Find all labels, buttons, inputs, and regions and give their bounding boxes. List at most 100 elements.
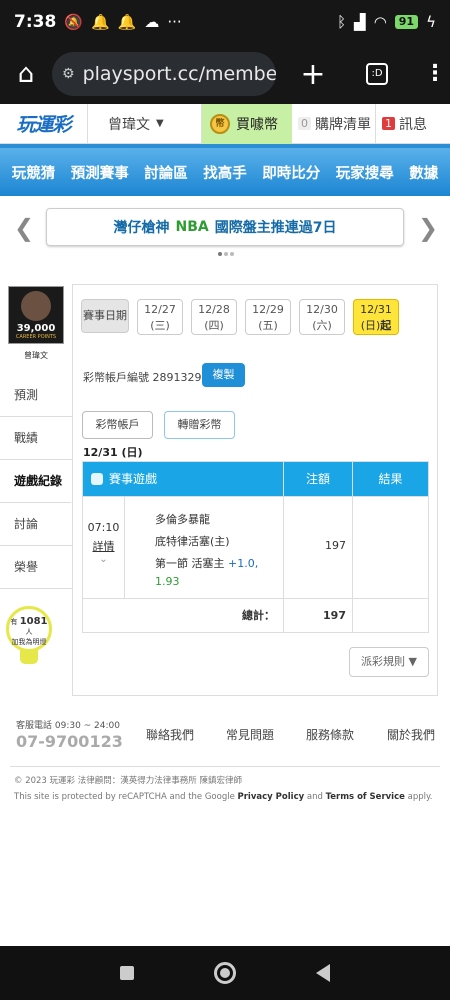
site-logo[interactable]: 玩運彩 <box>0 103 88 144</box>
tab-transfer-coins[interactable]: 轉贈彩幣 <box>164 411 235 439</box>
avatar[interactable]: 39,000 CAREER POINTS <box>8 286 64 344</box>
cart-count-badge: 0 <box>298 117 311 130</box>
new-tab-icon[interactable]: + <box>298 57 328 92</box>
footer-divider <box>10 766 440 767</box>
weekday: (日) <box>360 319 381 332</box>
avatar-points: 39,000 <box>16 323 56 334</box>
date-option[interactable]: 12/29 (五) <box>245 299 291 335</box>
table-header: 賽事遊戲 注額 結果 <box>83 462 428 496</box>
privacy-link[interactable]: Privacy Policy <box>238 792 305 802</box>
footer-link-about[interactable]: 關於我們 <box>387 726 435 743</box>
status-bar: 7:38 🔕 🔔 🔔 ☁ ··· ᛒ ▟ ◠ 91 ϟ <box>0 0 450 44</box>
avatar-image <box>21 291 51 321</box>
recaptcha-apply: apply. <box>404 792 433 802</box>
sidebar-item-honor[interactable]: 榮譽 <box>0 546 72 589</box>
table-footer: 總計： 197 <box>83 598 428 632</box>
account-number: 彩幣帳戶編號 28913297 <box>83 371 209 384</box>
total-amount: 197 <box>284 599 353 632</box>
nav-item-player-search[interactable]: 玩家搜尋 <box>336 162 394 183</box>
home-circle-icon[interactable] <box>214 962 236 984</box>
nav-item-predict[interactable]: 預測賽事 <box>71 162 129 183</box>
sidebar: 39,000 CAREER POINTS 曾瑋文 預測 戰績 遊戲紀錄 討論 榮… <box>0 284 72 684</box>
nav-item-guess[interactable]: 玩競猜 <box>12 162 56 183</box>
game-time: 07:10 <box>87 521 120 534</box>
date-selector: 賽事日期 12/27 (三) 12/28 (四) 12/29 (五) 12/30 (六)… <box>81 299 399 335</box>
sidebar-username: 曾瑋文 <box>24 351 48 360</box>
game-log-panel: 賽事日期 12/27 (三) 12/28 (四) 12/29 (五) 12/30 (六)… <box>72 284 438 696</box>
promo-carousel: ❮ 灣仔槍神 NBA 國際盤主推連過7日 ❯ <box>0 196 450 266</box>
recaptcha-and: and <box>304 792 326 802</box>
team-away: 多倫多暴龍 <box>155 513 210 526</box>
bulb-text: 加我為明燈 <box>11 638 47 646</box>
date-option-selected[interactable]: 12/31 (日)起 <box>353 299 399 335</box>
messages-link[interactable]: 1 訊息 <box>376 114 450 134</box>
nav-item-forum[interactable]: 討論區 <box>144 162 188 183</box>
battery-icon: 91 <box>394 15 419 29</box>
tab-switcher-icon[interactable]: :D <box>366 63 388 85</box>
recaptcha-notice: This site is protected by reCAPTCHA and … <box>14 792 433 802</box>
tab-coin-account[interactable]: 彩幣帳戶 <box>82 411 153 439</box>
back-icon[interactable] <box>316 964 330 982</box>
charging-icon: ϟ <box>426 13 436 31</box>
footer-link-contact[interactable]: 聯絡我們 <box>146 726 194 743</box>
date-option[interactable]: 12/30 (六) <box>299 299 345 335</box>
bet-label: 第一節 活塞主 <box>155 557 225 570</box>
team-home: 底特律活塞(主) <box>155 535 230 548</box>
sidebar-menu: 預測 戰績 遊戲紀錄 討論 榮譽 <box>0 374 72 589</box>
copy-button[interactable]: 複製 <box>202 363 245 387</box>
main-nav: 玩競猜 預測賽事 討論區 找高手 即時比分 玩家搜尋 數據 <box>0 144 450 196</box>
promo-banner[interactable]: 灣仔槍神 NBA 國際盤主推連過7日 <box>46 208 404 246</box>
table-row: 07:10 詳情 ⌄ 多倫多暴龍 底特律活塞(主) 第一節 活塞主 +1.0, … <box>83 496 428 598</box>
recents-icon[interactable] <box>120 966 134 980</box>
date-label: 賽事日期 <box>81 299 129 333</box>
user-dropdown[interactable]: 曾瑋文 ▼ <box>88 103 202 144</box>
nav-item-experts[interactable]: 找高手 <box>203 162 247 183</box>
bulb-prefix: 有 <box>10 618 18 626</box>
bulb-unit: 人 <box>25 628 33 636</box>
date-value: 12/27 <box>144 303 176 316</box>
service-hours: 客服電話 09:30 ~ 24:00 <box>16 721 120 731</box>
nav-item-live-scores[interactable]: 即時比分 <box>262 162 320 183</box>
message-count-badge: 1 <box>382 117 395 130</box>
coin-icon: 幣 <box>210 113 230 134</box>
weekday: (六) <box>312 319 332 332</box>
bluetooth-icon: ᛒ <box>337 13 347 31</box>
site-settings-icon[interactable]: ⚙ <box>62 66 75 82</box>
nav-item-data[interactable]: 數據 <box>409 162 438 183</box>
buy-coin-button[interactable]: 幣 買噱幣 <box>202 103 292 144</box>
weekday: (五) <box>258 319 278 332</box>
chevron-left-icon[interactable]: ❮ <box>14 214 34 242</box>
database-icon <box>91 473 103 485</box>
row-result <box>353 497 428 598</box>
home-icon[interactable]: ⌂ <box>0 59 52 89</box>
selected-day-label: 12/31 (日) <box>83 446 143 459</box>
footer-link-terms[interactable]: 服務條款 <box>306 726 354 743</box>
date-option[interactable]: 12/27 (三) <box>137 299 183 335</box>
game-log-table: 賽事遊戲 注額 結果 07:10 詳情 ⌄ 多倫多暴龍 底特律活塞(主) 第一節… <box>82 461 429 633</box>
service-phone[interactable]: 07-9700123 <box>16 732 123 751</box>
date-value: 12/28 <box>198 303 230 316</box>
android-nav-bar <box>0 946 450 1000</box>
chevron-right-icon[interactable]: ❯ <box>418 214 438 242</box>
sidebar-item-predict[interactable]: 預測 <box>0 374 72 417</box>
detail-link[interactable]: 詳情 <box>83 538 124 554</box>
url-bar[interactable]: ⚙ playsport.cc/member/ <box>52 52 276 96</box>
sidebar-item-forum[interactable]: 討論 <box>0 503 72 546</box>
chevron-down-icon[interactable]: ⌄ <box>83 554 124 565</box>
weekday: (三) <box>150 319 170 332</box>
sidebar-item-record[interactable]: 戰績 <box>0 417 72 460</box>
bulb-count: 1081 <box>19 616 48 627</box>
lightbulb-badge[interactable]: 有 1081 人 加我為明燈 <box>6 606 52 652</box>
cart-link[interactable]: 0 購牌清單 <box>292 103 376 144</box>
avatar-caption: CAREER POINTS <box>15 334 57 340</box>
sidebar-item-game-log[interactable]: 遊戲紀錄 <box>0 460 72 503</box>
terms-link[interactable]: Terms of Service <box>326 792 405 802</box>
lightbulb-icon <box>20 650 38 664</box>
date-option[interactable]: 12/28 (四) <box>191 299 237 335</box>
footer-link-faq[interactable]: 常見問題 <box>226 726 274 743</box>
payout-rules-button[interactable]: 派彩規則 ▼ <box>349 647 429 677</box>
notification-icons: 🔕 🔔 🔔 ☁ ··· <box>64 13 181 31</box>
menu-icon[interactable]: ⋮ <box>424 63 446 85</box>
weekday: (四) <box>204 319 224 332</box>
banner-league: NBA <box>175 219 209 235</box>
